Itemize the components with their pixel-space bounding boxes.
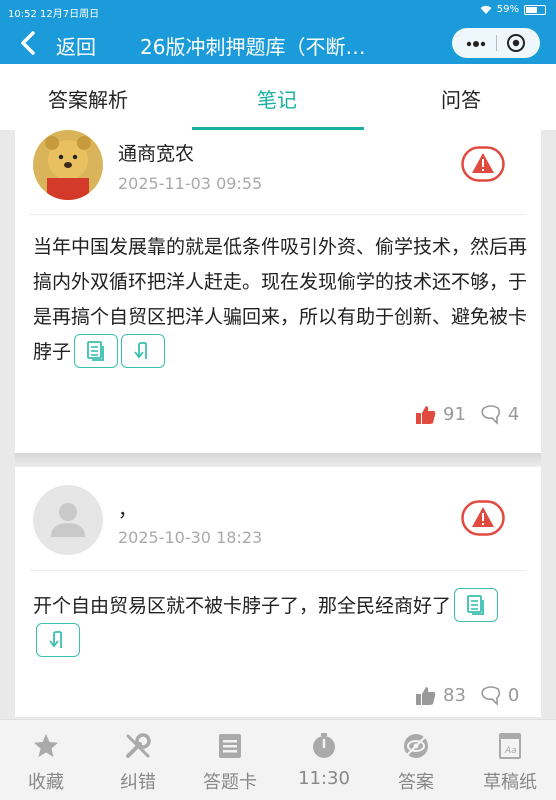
draft-icon: Aa — [499, 733, 521, 759]
report-error-button[interactable]: 纠错 — [92, 720, 184, 800]
like-count: 83 — [443, 685, 466, 706]
timer-button[interactable]: 11:30 — [278, 720, 370, 800]
tab-answer-analysis[interactable]: 答案解析 — [48, 84, 128, 113]
note-card: 通商宽农 2025-11-03 09:55 当年中国发展靠的就是低条件吸引外资、… — [15, 130, 541, 453]
note-author: 通商宽农 — [118, 143, 195, 165]
mini-program-capsule — [452, 28, 540, 58]
copy-note-button[interactable] — [74, 333, 119, 368]
more-icon[interactable] — [466, 41, 486, 47]
copy-icon — [87, 340, 104, 361]
like-count: 91 — [443, 404, 466, 425]
wrench-icon — [126, 733, 151, 758]
reply-icon — [49, 630, 62, 648]
close-miniprogram-icon[interactable] — [506, 33, 526, 53]
star-icon — [34, 734, 58, 757]
bottom-toolbar: 收藏 纠错 答题卡 11:30 答案 Aa 草稿纸 — [0, 719, 556, 800]
copy-icon — [467, 594, 484, 615]
svg-text:Aa: Aa — [504, 746, 517, 756]
status-time-date: 10:52 12月7日周日 — [8, 9, 100, 20]
comment-count: 4 — [507, 404, 520, 425]
tab-notes[interactable]: 笔记 — [257, 84, 297, 113]
back-button[interactable]: 返回 — [56, 31, 96, 60]
status-bar: 10:52 12月7日周日 59% — [0, 0, 556, 22]
battery-percent: 59% — [496, 4, 519, 15]
tab-bar: 答案解析 笔记 问答 — [0, 64, 556, 130]
note-date: 2025-11-03 09:55 — [118, 174, 263, 193]
nav-bar: 返回 26版冲刺押题库（不断… — [0, 22, 556, 64]
note-date: 2025-10-30 18:23 — [118, 528, 263, 547]
report-icon[interactable] — [461, 500, 505, 536]
comment-icon[interactable] — [480, 685, 502, 706]
page-title: 26版冲刺押题库（不断… — [140, 35, 366, 59]
note-card: ， 2025-10-30 18:23 开个自由贸易区就不被卡脖子了，那全民经商好… — [15, 467, 541, 717]
note-content: 开个自由贸易区就不被卡脖子了，那全民经商好了 — [33, 587, 529, 659]
draft-paper-button[interactable]: Aa 草稿纸 — [464, 720, 556, 800]
copy-note-button[interactable] — [454, 587, 499, 622]
tab-qa[interactable]: 问答 — [441, 84, 481, 113]
card-icon — [219, 734, 241, 758]
reply-icon — [134, 341, 147, 359]
timer-icon — [313, 733, 335, 758]
thumb-up-icon[interactable] — [415, 686, 437, 706]
wifi-icon — [480, 5, 492, 14]
thumb-up-icon[interactable] — [415, 405, 437, 425]
comment-count: 0 — [507, 685, 520, 706]
comment-icon[interactable] — [480, 404, 502, 425]
answer-button[interactable]: 答案 — [370, 720, 462, 800]
battery-icon — [524, 4, 546, 15]
favorite-button[interactable]: 收藏 — [0, 720, 92, 800]
top-bar: 10:52 12月7日周日 59% 返回 26版冲刺押题库（不断… — [0, 0, 556, 64]
avatar[interactable] — [33, 130, 103, 200]
reply-note-button[interactable] — [121, 333, 166, 368]
note-content: 当年中国发展靠的就是低条件吸引外资、偷学技术，然后再搞内外双循环把洋人赶走。现在… — [33, 230, 529, 370]
report-icon[interactable] — [461, 146, 505, 182]
note-stats: 83 0 — [415, 685, 519, 706]
reply-note-button[interactable] — [36, 622, 80, 657]
note-author: ， — [118, 499, 138, 521]
avatar[interactable] — [33, 485, 103, 555]
eye-off-icon — [404, 734, 428, 758]
note-stats: 91 4 — [415, 404, 519, 425]
answer-sheet-button[interactable]: 答题卡 — [184, 720, 276, 800]
back-arrow-icon[interactable] — [14, 28, 44, 58]
